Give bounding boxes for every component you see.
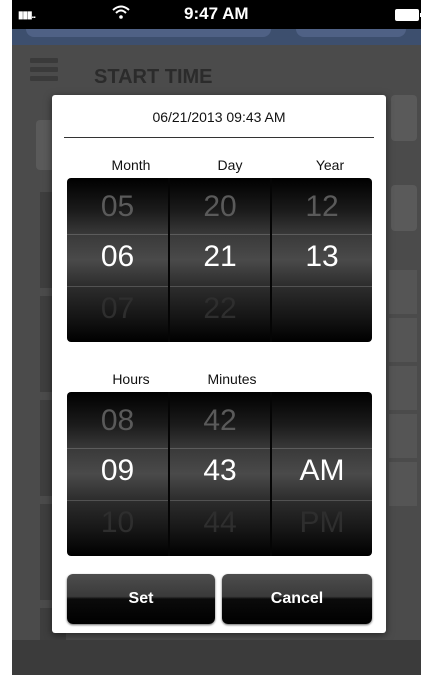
year-prev[interactable]: 12: [272, 190, 372, 224]
day-prev[interactable]: 20: [170, 190, 270, 224]
month-next[interactable]: 07: [67, 292, 168, 326]
top-field-left: [26, 29, 271, 37]
status-bar: ▮▮▮.. 9:47 AM: [12, 0, 421, 29]
hours-prev[interactable]: 08: [67, 404, 168, 438]
wifi-icon: [112, 5, 130, 24]
status-time: 9:47 AM: [184, 4, 249, 23]
ampm-next[interactable]: PM: [272, 506, 372, 540]
month-prev[interactable]: 05: [67, 190, 168, 224]
day-wheel[interactable]: 20 21 22: [170, 178, 270, 342]
background-bottom: [12, 640, 421, 675]
signal-icon: ▮▮▮..: [18, 10, 36, 21]
app-top-strip: [12, 29, 421, 45]
year-label: Year: [315, 157, 345, 173]
month-current[interactable]: 06: [67, 240, 168, 274]
page-title: START TIME: [94, 66, 213, 88]
background-field: [391, 95, 417, 141]
time-picker: 08 09 10 42 43 44 AM PM: [67, 392, 372, 556]
date-time-picker-dialog: 06/21/2013 09:43 AM Month Day Year 05 06…: [52, 95, 386, 633]
device-screen: ▮▮▮.. 9:47 AM START TIME 06/21/2013 09:4…: [12, 0, 421, 675]
day-label: Day: [217, 157, 243, 173]
month-wheel[interactable]: 05 06 07: [67, 178, 168, 342]
background-row: [389, 270, 417, 314]
minutes-label: Minutes: [207, 371, 257, 387]
battery-icon: [395, 9, 421, 21]
hours-label: Hours: [112, 371, 150, 387]
year-current[interactable]: 13: [272, 240, 372, 274]
minutes-wheel[interactable]: 42 43 44: [170, 392, 270, 556]
hours-wheel[interactable]: 08 09 10: [67, 392, 168, 556]
minutes-prev[interactable]: 42: [170, 404, 270, 438]
top-field-right: [296, 29, 406, 37]
background-row: [389, 366, 417, 410]
month-label: Month: [111, 157, 151, 173]
ampm-wheel[interactable]: AM PM: [272, 392, 372, 556]
day-next[interactable]: 22: [170, 292, 270, 326]
background-row: [389, 318, 417, 362]
minutes-current[interactable]: 43: [170, 454, 270, 488]
background-row: [389, 462, 417, 506]
day-current[interactable]: 21: [170, 240, 270, 274]
hours-current[interactable]: 09: [67, 454, 168, 488]
background-field: [391, 185, 417, 231]
hours-next[interactable]: 10: [67, 506, 168, 540]
set-button[interactable]: Set: [67, 574, 215, 624]
ampm-current[interactable]: AM: [272, 454, 372, 488]
date-picker: 05 06 07 20 21 22 12 13: [67, 178, 372, 342]
selected-datetime: 06/21/2013 09:43 AM: [152, 109, 286, 125]
header-divider: [64, 137, 374, 138]
background-row: [389, 414, 417, 458]
hamburger-menu-icon[interactable]: [30, 58, 58, 82]
year-wheel[interactable]: 12 13: [272, 178, 372, 342]
cancel-button[interactable]: Cancel: [222, 574, 372, 624]
minutes-next[interactable]: 44: [170, 506, 270, 540]
